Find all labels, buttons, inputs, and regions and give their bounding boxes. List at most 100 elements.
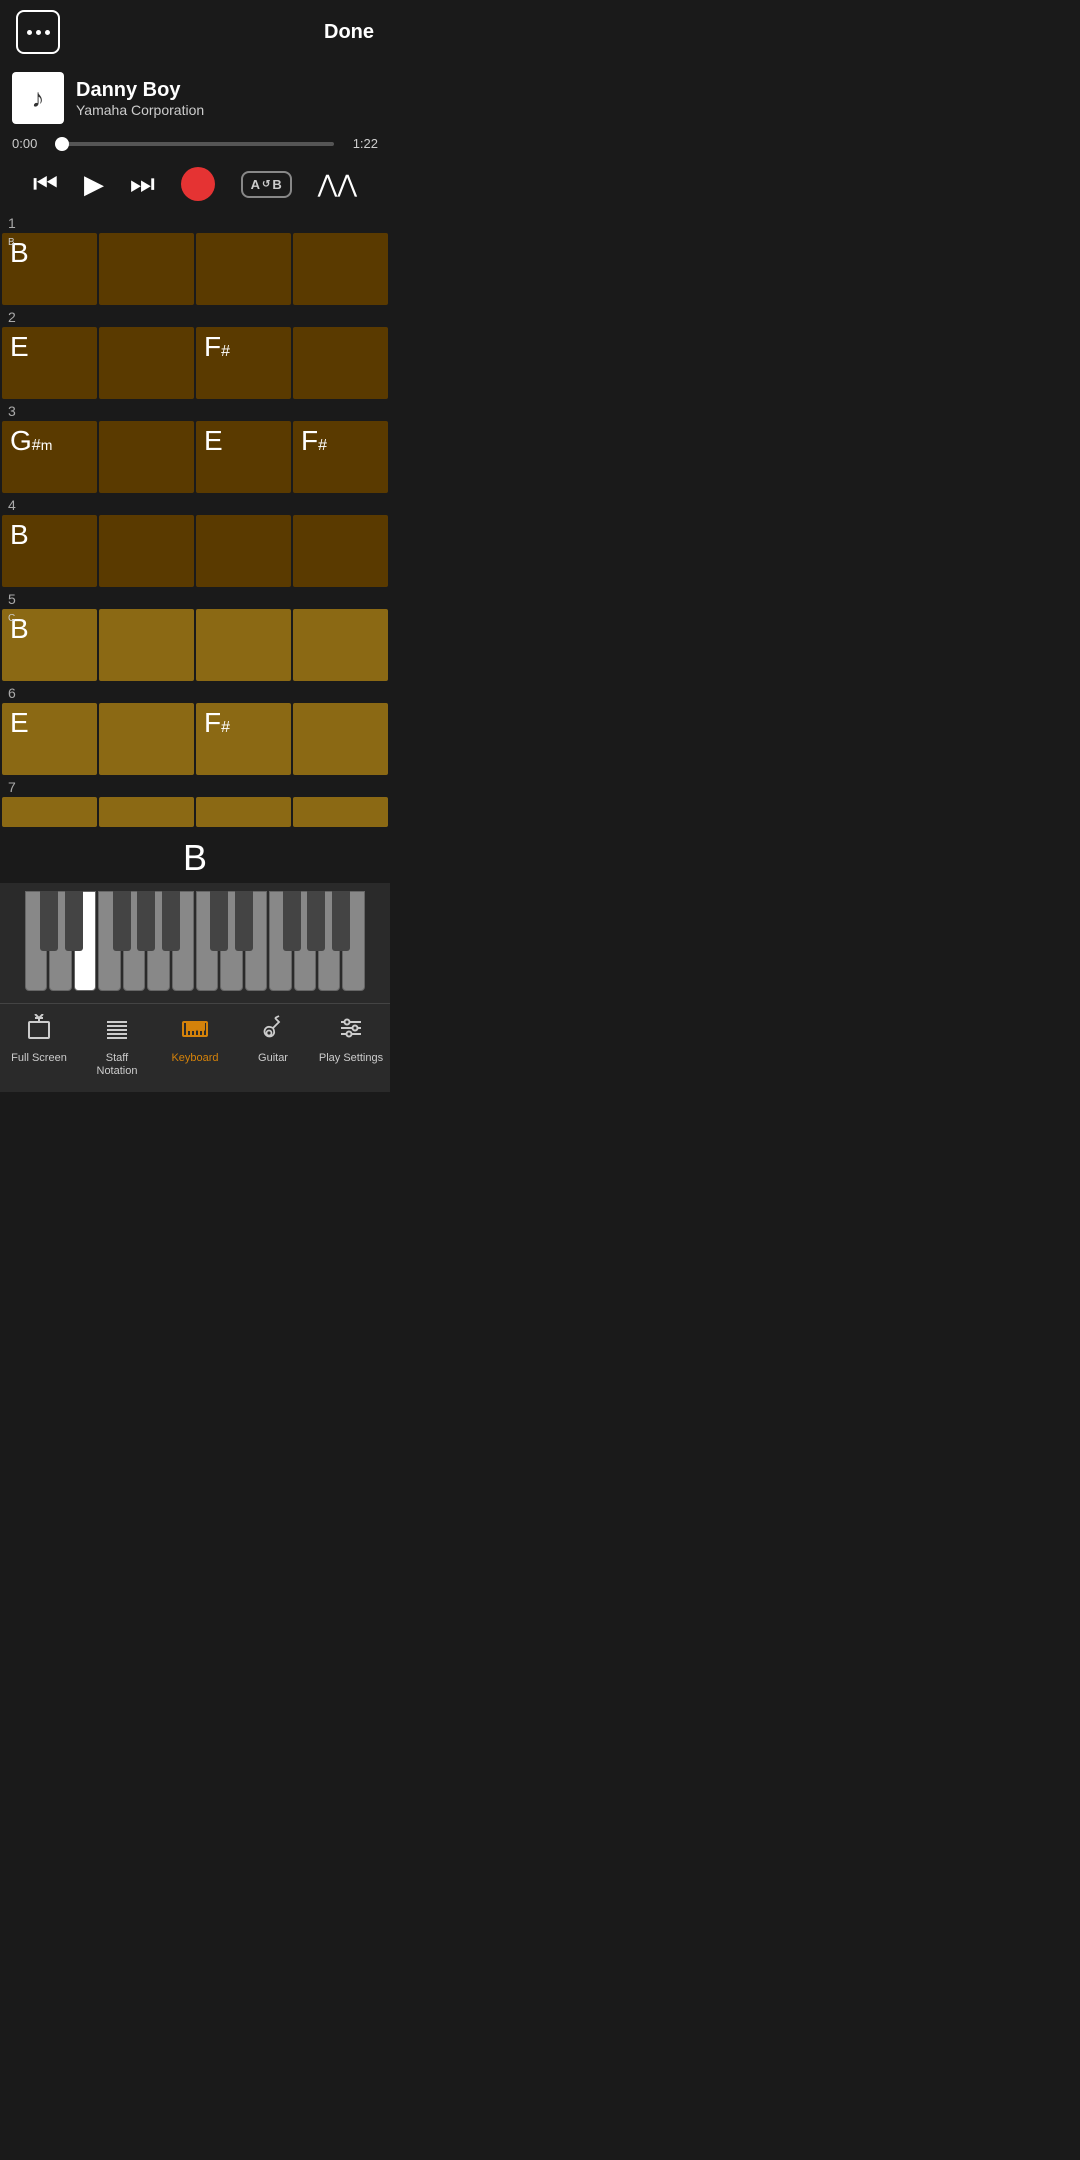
chord-name-r6-c1: E	[10, 709, 29, 737]
nav-label-guitar: Guitar	[258, 1052, 288, 1065]
chord-cell-r2-c4[interactable]	[293, 327, 388, 399]
white-key-13[interactable]	[318, 891, 340, 991]
record-button[interactable]	[181, 167, 215, 201]
white-keys	[25, 891, 365, 991]
white-key-14[interactable]	[342, 891, 364, 991]
nav-label-playsettings: Play Settings	[319, 1052, 383, 1065]
piano-container	[0, 883, 390, 1003]
white-key-1[interactable]	[25, 891, 47, 991]
play-settings-icon	[337, 1014, 365, 1048]
current-note-area: B	[0, 829, 390, 883]
chord-cell-r4-c4[interactable]	[293, 515, 388, 587]
chord-cell-r1-c4[interactable]	[293, 233, 388, 305]
chord-cell-r6-c2[interactable]	[99, 703, 194, 775]
nav-item-fullscreen[interactable]: Full Screen	[0, 1010, 78, 1082]
chord-row-1[interactable]: BB	[2, 233, 388, 305]
chord-cell-r7-c3[interactable]	[196, 797, 291, 827]
chord-cell-r5-c4[interactable]	[293, 609, 388, 681]
chord-cell-r4-c1[interactable]: B	[2, 515, 97, 587]
white-key-3-lit[interactable]	[74, 891, 96, 991]
nav-label-fullscreen: Full Screen	[11, 1052, 67, 1065]
white-key-10[interactable]	[245, 891, 267, 991]
white-key-5[interactable]	[123, 891, 145, 991]
chord-row-3[interactable]: G#m EF#	[2, 421, 388, 493]
chord-cell-r4-c2[interactable]	[99, 515, 194, 587]
done-button[interactable]: Done	[324, 21, 374, 44]
white-key-12[interactable]	[294, 891, 316, 991]
song-info: ♪ Danny Boy Yamaha Corporation	[0, 64, 390, 132]
chord-cell-r6-c1[interactable]: E	[2, 703, 97, 775]
white-key-11[interactable]	[269, 891, 291, 991]
time-total: 1:22	[342, 136, 378, 151]
chord-cell-r6-c3[interactable]: F#	[196, 703, 291, 775]
row-label-6: 6	[0, 683, 390, 703]
chord-row-7[interactable]	[2, 797, 388, 827]
fast-forward-button[interactable]: ⏭	[130, 168, 155, 201]
chord-cell-r7-c4[interactable]	[293, 797, 388, 827]
album-art: ♪	[12, 72, 64, 124]
ab-button[interactable]: A ↺ B	[241, 171, 292, 198]
nav-item-keyboard[interactable]: Keyboard	[156, 1010, 234, 1082]
chord-cell-r3-c1[interactable]: G#m	[2, 421, 97, 493]
chord-cell-r1-c3[interactable]	[196, 233, 291, 305]
dot2	[36, 30, 41, 35]
nav-label-staff: StaffNotation	[97, 1052, 138, 1078]
chord-name-r2-c3: F#	[204, 333, 230, 361]
play-button[interactable]: ▶	[84, 169, 104, 200]
chord-cell-r3-c3[interactable]: E	[196, 421, 291, 493]
chord-cell-r1-c1[interactable]: BB	[2, 233, 97, 305]
rewind-icon: ⏮	[33, 168, 58, 201]
section-marker-B: B	[8, 237, 15, 248]
row-label-5: 5	[0, 589, 390, 609]
white-key-6[interactable]	[147, 891, 169, 991]
chord-cell-r3-c2[interactable]	[99, 421, 194, 493]
music-note-icon: ♪	[32, 83, 45, 114]
row-label-3: 3	[0, 401, 390, 421]
progress-bar-container[interactable]: 0:00 1:22	[0, 132, 390, 159]
white-key-4[interactable]	[98, 891, 120, 991]
record-icon	[181, 167, 215, 201]
song-text: Danny Boy Yamaha Corporation	[76, 79, 204, 118]
fullscreen-icon	[25, 1014, 53, 1048]
nav-item-guitar[interactable]: Guitar	[234, 1010, 312, 1082]
ab-arrow-icon: ↺	[262, 179, 270, 190]
chord-cell-r6-c4[interactable]	[293, 703, 388, 775]
dot3	[45, 30, 50, 35]
chord-grid: 1BB2EF#3G#mEF#4B5CB6EF#7	[0, 213, 390, 827]
chord-cell-r3-c4[interactable]: F#	[293, 421, 388, 493]
nav-item-staff[interactable]: StaffNotation	[78, 1010, 156, 1082]
keyboard-icon	[181, 1014, 209, 1048]
chord-name-r2-c1: E	[10, 333, 29, 361]
current-note: B	[0, 837, 390, 879]
chord-row-6[interactable]: E F#	[2, 703, 388, 775]
nav-item-playsettings[interactable]: Play Settings	[312, 1010, 390, 1082]
fast-forward-icon: ⏭	[130, 168, 155, 201]
chord-cell-r7-c1[interactable]	[2, 797, 97, 827]
menu-button[interactable]	[16, 10, 60, 54]
rewind-button[interactable]: ⏮	[33, 168, 58, 201]
piano-keyboard[interactable]	[25, 891, 365, 991]
chord-cell-r1-c2[interactable]	[99, 233, 194, 305]
chord-row-4[interactable]: B	[2, 515, 388, 587]
progress-thumb[interactable]	[55, 137, 69, 151]
chord-cell-r5-c2[interactable]	[99, 609, 194, 681]
white-key-7[interactable]	[172, 891, 194, 991]
white-key-8[interactable]	[196, 891, 218, 991]
chord-cell-r7-c2[interactable]	[99, 797, 194, 827]
chord-cell-r2-c2[interactable]	[99, 327, 194, 399]
chord-cell-r2-c3[interactable]: F#	[196, 327, 291, 399]
guitar-icon	[259, 1014, 287, 1048]
white-key-2[interactable]	[49, 891, 71, 991]
play-icon: ▶	[84, 169, 104, 200]
chord-cell-r5-c3[interactable]	[196, 609, 291, 681]
chord-cell-r2-c1[interactable]: E	[2, 327, 97, 399]
chord-cell-r4-c3[interactable]	[196, 515, 291, 587]
white-key-9[interactable]	[220, 891, 242, 991]
chord-row-2[interactable]: E F#	[2, 327, 388, 399]
progress-track[interactable]	[56, 142, 334, 146]
priority-button[interactable]: ⋀⋀	[318, 170, 357, 199]
row-label-2: 2	[0, 307, 390, 327]
section-marker-C: C	[8, 613, 15, 624]
chord-cell-r5-c1[interactable]: CB	[2, 609, 97, 681]
chord-row-5[interactable]: CB	[2, 609, 388, 681]
